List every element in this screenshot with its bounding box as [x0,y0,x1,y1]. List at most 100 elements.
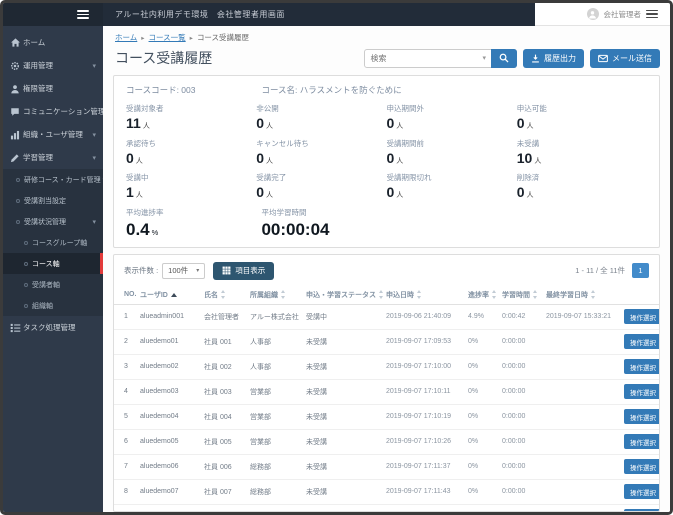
sidebar-item-org-user-management[interactable]: 組織・ユーザ管理▾ [3,123,103,146]
stat-unit: 人 [266,158,273,165]
column-settings-button[interactable]: 項目表示 [213,262,274,280]
cell-applied-at: 2019-09-07 17:10:26 [384,429,466,454]
action-select-button[interactable]: 操作選択▾ [624,384,660,399]
sidebar-item-organization-axis[interactable]: 組織軸 [3,295,103,316]
sidebar-item-course-group-axis[interactable]: コースグループ軸 [3,232,103,253]
sidebar-item-learning-management[interactable]: 学習管理▾ [3,146,103,169]
column-header-7[interactable]: 進捗率 [466,286,500,305]
mail-icon [598,54,608,63]
action-select-button[interactable]: 操作選択▾ [624,334,660,349]
column-header-9[interactable]: 最終学習日時 [544,286,622,305]
bullet-icon [24,283,28,287]
user-name[interactable]: 会社管理者 [604,9,642,20]
sidebar-item-label: 権限管理 [23,83,53,94]
user-menu-icon[interactable] [646,8,658,21]
cell-user-id: aluedemo06 [138,454,202,479]
column-header-2[interactable]: ユーザID [138,286,202,305]
course-name: コース名: ハラスメントを防ぐために [261,84,647,96]
cell-name: 会社管理者 [202,304,248,329]
sidebar-item-training-course-card-management[interactable]: 研修コース・カード管理▾ [3,169,103,190]
average-value: 0.4% [126,220,261,240]
column-header-label: 申込日時 [386,292,414,299]
search-scope-caret-icon[interactable]: ▾ [477,54,491,62]
sidebar-item-home[interactable]: ホーム [3,31,103,54]
cell-last-learned-at [544,404,622,429]
cell-org: 人事部 [248,354,304,379]
column-header-6[interactable]: 申込日時 [384,286,466,305]
stat-value: 0人 [126,150,256,168]
breadcrumb-link[interactable]: コース一覧 [149,33,186,42]
action-select-button[interactable]: 操作選択▾ [624,509,660,512]
cell-no: 3 [114,354,138,379]
stat-cell: 未受講10人 [517,138,647,168]
cell-progress: 0% [466,454,500,479]
column-header-8[interactable]: 学習時間 [500,286,544,305]
action-select-button[interactable]: 操作選択▾ [624,409,660,424]
cell-name: 社員 006 [202,454,248,479]
average-label: 平均進捗率 [126,207,261,218]
cell-last-learned-at [544,479,622,504]
page-size-caret-icon: ▾ [196,267,199,274]
breadcrumb-link[interactable]: ホーム [115,33,137,42]
stat-label: 受講期間前 [387,138,517,149]
chevron-down-icon: ▾ [90,154,96,162]
breadcrumb-separator-icon: ▸ [190,35,193,42]
cell-learning-time: 0:00:00 [500,454,544,479]
action-select-button[interactable]: 操作選択▾ [624,309,660,324]
sidebar-item-attendance-assignment-settings[interactable]: 受講割当設定 [3,190,103,211]
column-header-3[interactable]: 氏名 [202,286,248,305]
cell-last-learned-at [544,354,622,379]
cell-user-id: aluedemo05 [138,429,202,454]
sidebar-item-communication-management[interactable]: コミュニケーション管理▾ [3,100,103,123]
cell-name: 社員 005 [202,429,248,454]
column-header-label: 申込・学習ステータス [306,292,376,299]
sidebar-item-permission-management[interactable]: 権限管理 [3,77,103,100]
table-row: 3aluedemo02社員 002人事部未受講2019-09-07 17:10:… [114,354,660,379]
sidebar-item-attendance-status-management[interactable]: 受講状況管理▾ [3,211,103,232]
page-1-button[interactable]: 1 [632,263,649,278]
stat-cell: 受講期限切れ0人 [387,172,517,202]
stat-unit: 人 [396,192,403,199]
action-select-button[interactable]: 操作選択▾ [624,484,660,499]
cell-progress: 0% [466,429,500,454]
pagination-area: 1 - 11 / 全 11件 1 [575,263,649,278]
table-toolbar: 表示件数 : 100件 ▾ 項目表示 1 - 11 / 全 11件 1 [114,255,659,286]
stat-label: 申込期間外 [387,103,517,114]
search-input[interactable] [365,50,477,66]
sidebar-item-attendee-axis[interactable]: 受講者軸 [3,274,103,295]
chevron-down-icon: ▾ [659,314,660,320]
cell-status: 未受講 [304,429,384,454]
search-button[interactable] [491,49,517,68]
action-select-button[interactable]: 操作選択▾ [624,459,660,474]
action-select-button[interactable]: 操作選択▾ [624,434,660,449]
course-stats-panel: コースコード: 003 コース名: ハラスメントを防ぐために 受講対象者11人非… [113,75,660,248]
sort-icon [281,290,286,299]
export-history-button[interactable]: 履歴出力 [523,49,584,68]
cell-user-id: aluedemo01 [138,329,202,354]
sidebar-item-operations-management[interactable]: 運用管理▾ [3,54,103,77]
stat-label: 受講完了 [256,172,386,183]
gear-icon [10,61,23,71]
cell-name: 社員 003 [202,379,248,404]
send-mail-button[interactable]: メール送信 [590,49,660,68]
sort-icon [379,290,384,299]
sidebar-item-label: タスク処理管理 [23,322,76,333]
column-header-label: 最終学習日時 [546,292,588,299]
table-row: 4aluedemo03社員 003営業部未受講2019-09-07 17:10:… [114,379,660,404]
sidebar-item-label: 研修コース・カード管理 [24,175,101,185]
breadcrumb: ホーム▸コース一覧▸コース受講履歴 [103,26,670,45]
cell-learning-time: 0:00:00 [500,504,544,512]
stat-cell: 申込期間外0人 [387,103,517,133]
column-header-4[interactable]: 所属組織 [248,286,304,305]
cell-progress: 4.9% [466,304,500,329]
page-size-select[interactable]: 100件 ▾ [162,263,205,279]
cell-status: 未受講 [304,404,384,429]
sidebar-item-course-axis[interactable]: コース軸 [3,253,103,274]
sidebar-item-task-processing-management[interactable]: タスク処理管理 [3,316,103,339]
sidebar-toggle-icon[interactable] [77,8,89,21]
table-row: 7aluedemo06社員 006総務部未受講2019-09-07 17:11:… [114,454,660,479]
column-header-5[interactable]: 申込・学習ステータス [304,286,384,305]
action-select-button[interactable]: 操作選択▾ [624,359,660,374]
cell-org: 人事部 [248,329,304,354]
chevron-down-icon: ▾ [101,176,103,184]
